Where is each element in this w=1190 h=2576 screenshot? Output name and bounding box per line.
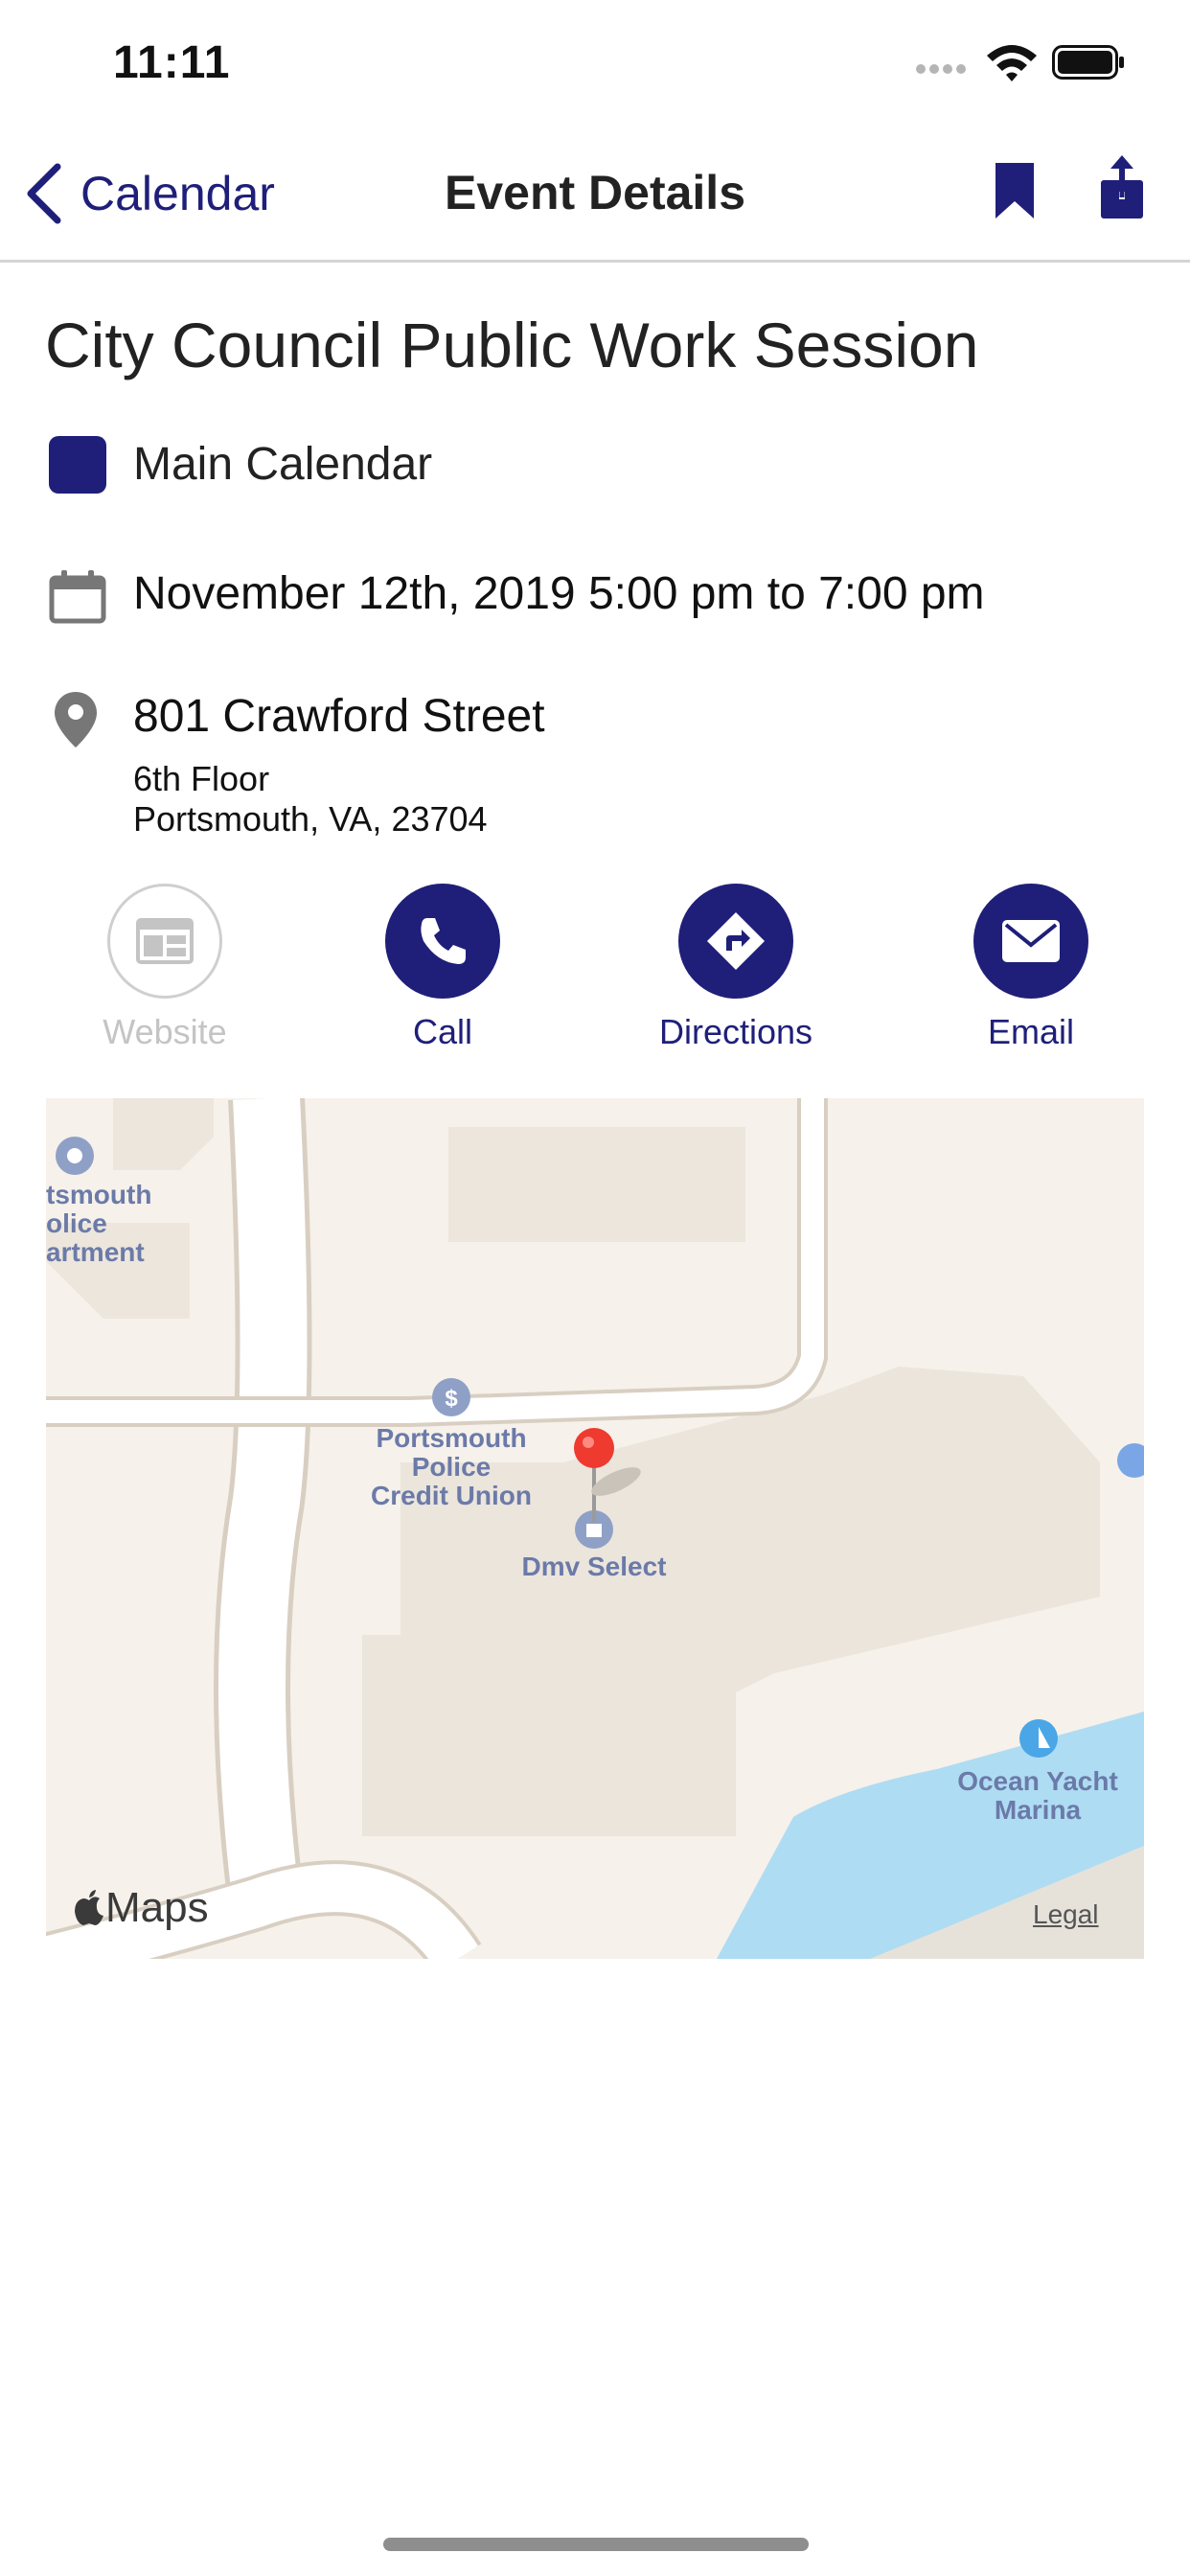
address-floor: 6th Floor — [133, 759, 270, 798]
calendar-name: Main Calendar — [133, 439, 433, 490]
map-poi-police-department[interactable]: tsmouth olice artment — [46, 1181, 151, 1267]
directions-label: Directions — [658, 1012, 813, 1051]
battery-icon — [1052, 45, 1124, 80]
website-button-circle — [107, 884, 222, 999]
address-city: Portsmouth, VA, 23704 — [133, 799, 488, 839]
phone-icon — [421, 918, 466, 964]
map-poi-credit-union[interactable]: Portsmouth Police Credit Union — [333, 1424, 569, 1510]
email-button-circle — [973, 884, 1088, 999]
mail-icon — [1002, 920, 1060, 962]
home-indicator — [383, 2538, 809, 2551]
call-button[interactable]: Call — [337, 884, 548, 1052]
status-time: 11:11 — [113, 37, 231, 88]
bookmark-icon[interactable] — [994, 161, 1036, 220]
event-title: City Council Public Work Session — [45, 310, 979, 380]
email-label: Email — [987, 1012, 1075, 1051]
address-street: 801 Crawford Street — [133, 691, 545, 742]
apple-logo-icon — [75, 1890, 103, 1925]
share-icon[interactable] — [1098, 155, 1146, 220]
website-label: Website — [103, 1012, 227, 1051]
calendar-color-swatch — [49, 436, 106, 494]
email-button[interactable]: Email — [926, 884, 1136, 1052]
directions-button[interactable]: Directions — [630, 884, 841, 1052]
event-datetime: November 12th, 2019 5:00 pm to 7:00 pm — [133, 568, 985, 619]
maps-attribution: Maps — [105, 1884, 209, 1931]
map-poi-dmv-select[interactable]: Dmv Select — [498, 1552, 690, 1581]
signal-icon — [916, 64, 966, 74]
location-map[interactable]: $ tsmouth olice artment Portsmouth Polic… — [46, 1098, 1144, 1959]
wifi-icon — [987, 45, 1037, 81]
apple-maps-logo: Maps — [73, 1884, 209, 1932]
map-poi-yacht-marina[interactable]: Ocean Yacht Marina — [937, 1767, 1138, 1825]
location-pin-icon — [55, 692, 97, 748]
directions-button-circle — [678, 884, 793, 999]
call-button-circle — [385, 884, 500, 999]
map-drawing: $ — [46, 1098, 1144, 1959]
directions-icon — [707, 912, 765, 970]
website-icon — [136, 918, 194, 964]
call-label: Call — [412, 1012, 472, 1051]
calendar-icon — [49, 570, 106, 624]
nav-divider — [0, 260, 1190, 263]
svg-text:$: $ — [445, 1386, 458, 1412]
website-button[interactable]: Website — [59, 884, 270, 1052]
map-legal-link[interactable]: Legal — [1033, 1899, 1099, 1930]
